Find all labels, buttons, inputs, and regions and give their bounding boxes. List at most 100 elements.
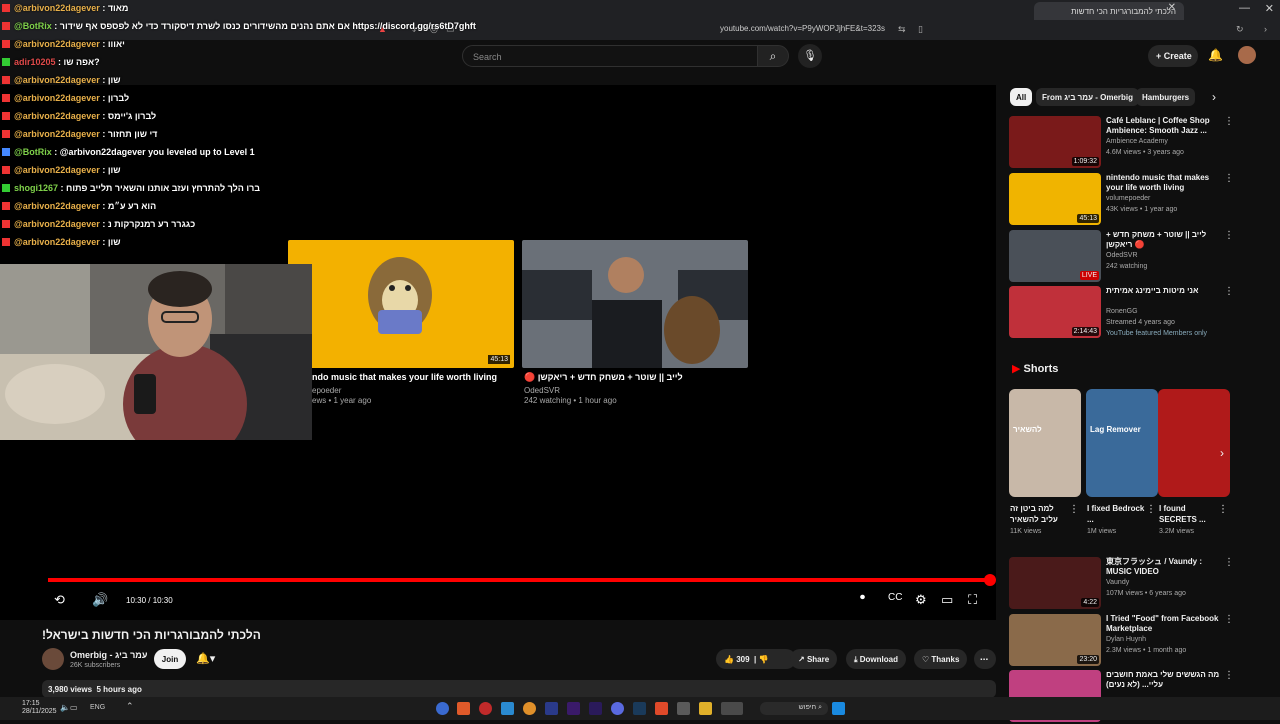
thanks-button[interactable]: ♡ Thanks bbox=[914, 649, 968, 669]
chip-all[interactable]: All bbox=[1010, 88, 1033, 106]
file-explorer-icon[interactable] bbox=[699, 702, 712, 715]
chat-text: אפה שו? bbox=[63, 57, 100, 67]
brave-icon[interactable] bbox=[655, 702, 668, 715]
endscreen-title[interactable]: ndo music that makes your life worth liv… bbox=[312, 372, 497, 382]
search-input[interactable]: Search bbox=[462, 45, 758, 67]
more-options-icon[interactable]: ⋮ bbox=[1224, 173, 1234, 184]
chat-username: @BotRix bbox=[14, 21, 52, 31]
video-thumbnail[interactable]: 1:09:32 bbox=[1009, 116, 1101, 168]
recommendation-title[interactable]: I Tried "Food" from Facebook Marketplace bbox=[1106, 614, 1224, 634]
more-actions-icon[interactable]: ⋯ bbox=[974, 649, 996, 669]
back-icon[interactable]: › bbox=[1264, 24, 1267, 34]
recommendation-item[interactable]: 4:22 東京フラッシュ / Vaundy : MUSIC VIDEO Vaun… bbox=[1008, 557, 1238, 611]
photoshop-icon[interactable] bbox=[545, 702, 558, 715]
subscribe-bell-icon[interactable]: 🔔▾ bbox=[196, 652, 215, 665]
more-options-icon[interactable]: ⋮ bbox=[1224, 230, 1234, 241]
endscreen-title[interactable]: 🔴 לייב || שוטר + משחק חדש + ריאקשן bbox=[524, 372, 683, 383]
recommendation-title[interactable]: nintendo music that makes your life wort… bbox=[1106, 173, 1224, 193]
channel-avatar[interactable] bbox=[42, 648, 64, 670]
app-icon[interactable] bbox=[501, 702, 514, 715]
mic-icon[interactable]: 🎙 bbox=[798, 44, 822, 68]
more-options-icon[interactable]: ⋮ bbox=[1224, 116, 1234, 127]
discord-icon[interactable] bbox=[611, 702, 624, 715]
fullscreen-icon[interactable]: ⛶ bbox=[968, 592, 977, 608]
close-window-icon[interactable]: ✕ bbox=[1265, 2, 1274, 15]
app-icon[interactable] bbox=[479, 702, 492, 715]
chip-from-channel[interactable]: From עמר ביג - Omerbig bbox=[1036, 88, 1140, 106]
upload-age: 5 hours ago bbox=[96, 685, 142, 694]
url-field[interactable]: youtube.com/watch?v=P9yWOPJjhFE&t=323s bbox=[720, 24, 910, 37]
settings-icon[interactable]: ⚙ bbox=[915, 592, 927, 608]
description-box[interactable]: 3,980 views 5 hours ago bbox=[42, 680, 996, 698]
share-button[interactable]: ↗ Share bbox=[790, 649, 838, 669]
more-options-icon[interactable]: ⋮ bbox=[1224, 614, 1234, 625]
recommendation-title[interactable]: לייב || שוטר + משחק חדש + ריאקשן 🔴 bbox=[1106, 230, 1224, 250]
more-options-icon[interactable]: ⋮ bbox=[1069, 504, 1079, 515]
autoplay-toggle[interactable]: ⏺ bbox=[860, 592, 865, 603]
short-thumbnail[interactable] bbox=[1158, 389, 1230, 497]
short-thumbnail[interactable]: להשאיר bbox=[1009, 389, 1081, 497]
minimize-icon[interactable]: — bbox=[1239, 2, 1250, 14]
more-options-icon[interactable]: ⋮ bbox=[1224, 286, 1234, 297]
windows-start-icon[interactable] bbox=[832, 702, 845, 715]
premiere-icon[interactable] bbox=[589, 702, 602, 715]
app-icon[interactable] bbox=[436, 702, 449, 715]
more-options-icon[interactable]: ⋮ bbox=[1224, 670, 1234, 681]
language-indicator[interactable]: ENG bbox=[90, 704, 105, 711]
app-icon[interactable] bbox=[523, 702, 536, 715]
search-icon[interactable]: ⌕ bbox=[757, 45, 789, 67]
video-thumbnail[interactable]: 2:14:43 bbox=[1009, 286, 1101, 338]
bookmark-icon[interactable]: ▯ bbox=[918, 24, 923, 35]
volume-tray-icon[interactable]: 🔈▭ bbox=[60, 703, 78, 712]
short-title[interactable]: I found SECRETS ... bbox=[1159, 503, 1219, 525]
recommendation-title[interactable]: Café Leblanc | Coffee Shop Ambience: Smo… bbox=[1106, 116, 1224, 136]
app-icon[interactable] bbox=[677, 702, 690, 715]
more-options-icon[interactable]: ⋮ bbox=[1146, 504, 1156, 515]
volume-icon[interactable]: 🔊 bbox=[92, 592, 108, 608]
progress-scrubber[interactable] bbox=[984, 574, 996, 586]
avatar[interactable] bbox=[1238, 46, 1256, 64]
recommendation-title[interactable]: מה הגששים שלי באמת חושבים עליי... (לא נע… bbox=[1106, 670, 1224, 690]
video-thumbnail[interactable]: 45:13 bbox=[1009, 173, 1101, 225]
short-title[interactable]: I fixed Bedrock ... bbox=[1087, 503, 1147, 525]
recommendation-title[interactable]: 東京フラッシュ / Vaundy : MUSIC VIDEO bbox=[1106, 557, 1224, 577]
tray-chevron-icon[interactable]: ⌃ bbox=[126, 701, 134, 712]
video-thumbnail[interactable]: 4:22 bbox=[1009, 557, 1101, 609]
recommendation-item[interactable]: 45:13 nintendo music that makes your lif… bbox=[1008, 173, 1238, 227]
reload-icon[interactable]: ↻ bbox=[1236, 24, 1244, 35]
short-thumbnail[interactable]: Lag Remover bbox=[1086, 389, 1158, 497]
like-button[interactable]: 👍 309 | 👎 bbox=[716, 649, 796, 669]
thanks-label: Thanks bbox=[931, 655, 960, 664]
more-options-icon[interactable]: ⋮ bbox=[1218, 504, 1228, 515]
progress-bar[interactable] bbox=[48, 578, 990, 582]
app-icon[interactable] bbox=[721, 702, 743, 715]
more-options-icon[interactable]: ⋮ bbox=[1224, 557, 1234, 568]
taskbar-search[interactable]: חיפוש ⌕ bbox=[760, 702, 828, 715]
download-button[interactable]: ⤓ Download bbox=[846, 649, 906, 669]
miniplayer-icon[interactable]: ▭ bbox=[941, 592, 953, 608]
channel-name[interactable]: Omerbig - עמר ביג bbox=[70, 650, 147, 660]
browser-tab[interactable]: הלכתי להמבורגריות הכי חדשות bbox=[1034, 2, 1184, 20]
recommendation-item[interactable]: 2:14:43 אני מיטות ביימינג אמיתית RonenGG… bbox=[1008, 286, 1238, 340]
steam-icon[interactable] bbox=[633, 702, 646, 715]
close-tab-icon[interactable]: ✕ bbox=[1168, 2, 1176, 13]
short-title[interactable]: למה ביטן זה עליב להשאיר bbox=[1010, 503, 1070, 525]
endscreen-card[interactable] bbox=[522, 240, 748, 368]
recommendation-title[interactable]: אני מיטות ביימינג אמיתית bbox=[1106, 286, 1224, 296]
chip-hamburgers[interactable]: Hamburgers bbox=[1136, 88, 1196, 106]
app-icon[interactable] bbox=[457, 702, 470, 715]
create-button[interactable]: + Create bbox=[1148, 45, 1198, 67]
chevron-right-icon[interactable]: › bbox=[1212, 90, 1216, 104]
replay-icon[interactable]: ⟲ bbox=[54, 592, 65, 608]
after-effects-icon[interactable] bbox=[567, 702, 580, 715]
join-button[interactable]: Join bbox=[154, 649, 186, 669]
recommendation-meta: 2.3M views • 1 month ago bbox=[1106, 647, 1187, 654]
video-thumbnail[interactable]: 23:20 bbox=[1009, 614, 1101, 666]
notifications-icon[interactable]: 🔔 bbox=[1208, 48, 1223, 62]
video-thumbnail[interactable]: LIVE bbox=[1009, 230, 1101, 282]
recommendation-item[interactable]: LIVE לייב || שוטר + משחק חדש + ריאקשן 🔴 … bbox=[1008, 230, 1238, 284]
chevron-right-icon[interactable]: › bbox=[1220, 446, 1224, 460]
recommendation-item[interactable]: 23:20 I Tried "Food" from Facebook Marke… bbox=[1008, 614, 1238, 668]
recommendation-item[interactable]: 1:09:32 Café Leblanc | Coffee Shop Ambie… bbox=[1008, 116, 1238, 170]
captions-icon[interactable]: CC bbox=[888, 592, 902, 603]
